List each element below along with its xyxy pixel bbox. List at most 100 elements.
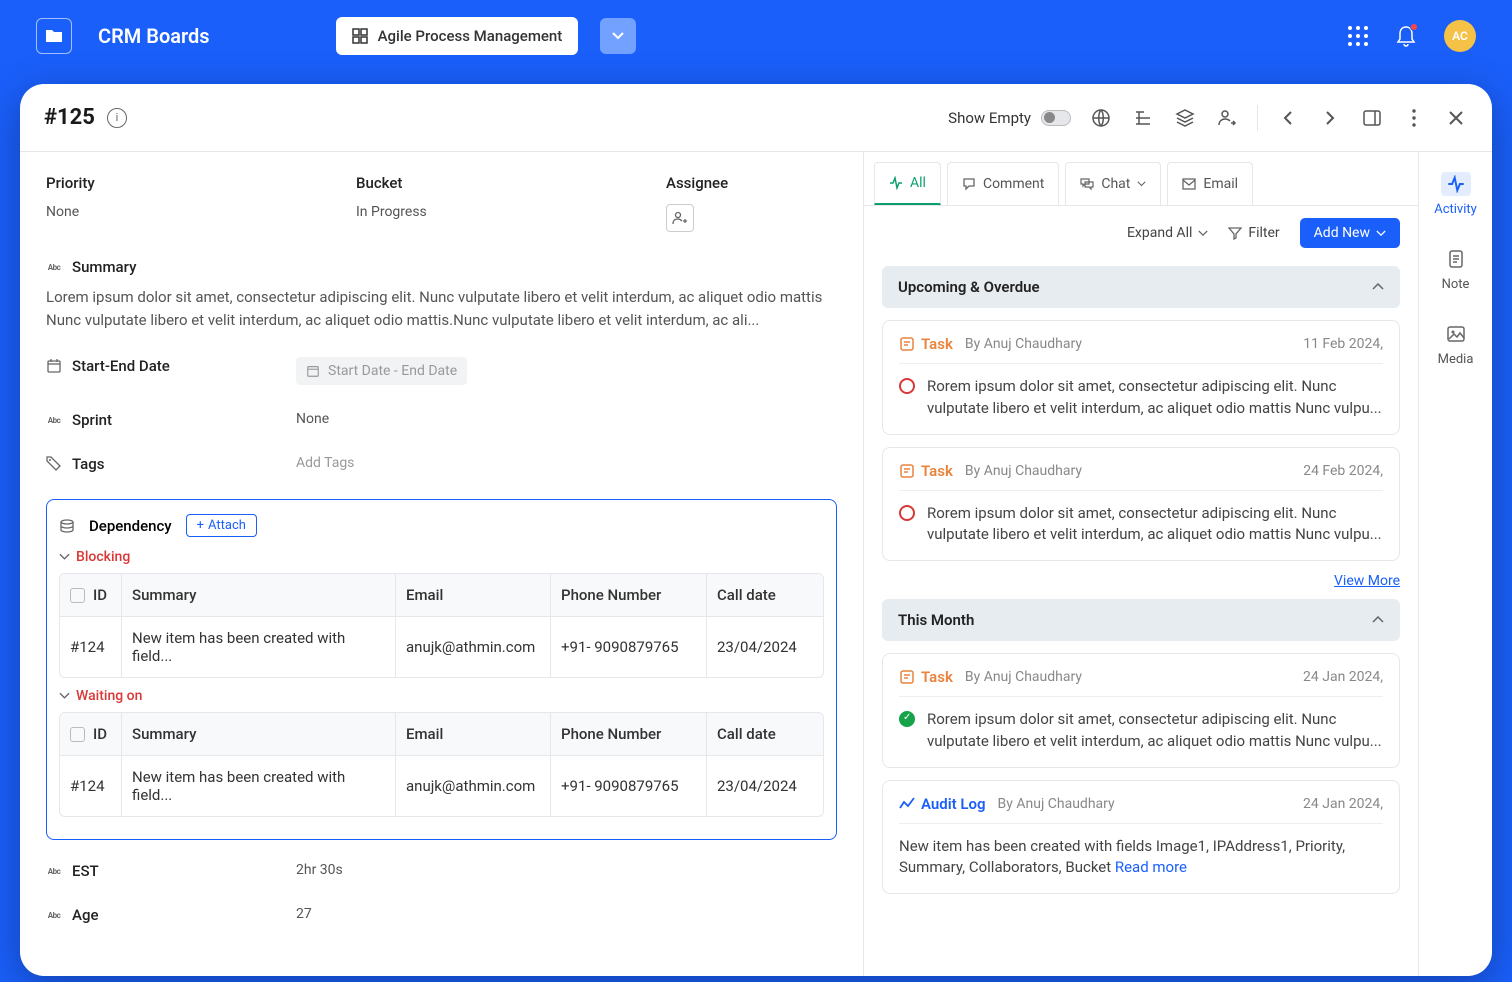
task-icon	[899, 669, 915, 685]
activity-icon	[889, 176, 903, 190]
text-icon: Abc	[46, 907, 62, 923]
text-icon: Abc	[46, 412, 62, 428]
globe-icon[interactable]	[1089, 106, 1113, 130]
activity-card[interactable]: Task By Anuj Chaudhary 24 Feb 2024, Rore…	[882, 447, 1400, 562]
calendar-icon	[46, 358, 62, 374]
status-open-icon[interactable]	[899, 378, 915, 394]
expand-all-button[interactable]: Expand All	[1127, 225, 1208, 241]
note-icon	[1448, 250, 1464, 268]
board-name: Agile Process Management	[378, 27, 563, 45]
sidebar-media[interactable]: Media	[1438, 322, 1474, 367]
panel-icon[interactable]	[1360, 106, 1384, 130]
layers-icon[interactable]	[1173, 106, 1197, 130]
activity-card[interactable]: Task By Anuj Chaudhary 24 Jan 2024, Rore…	[882, 653, 1400, 768]
assignee-field[interactable]: Assignee	[666, 174, 728, 232]
chat-icon	[1080, 177, 1094, 191]
blocking-table: ID Summary Email Phone Number Call date …	[59, 573, 824, 678]
task-icon	[899, 463, 915, 479]
chevron-down-icon	[59, 692, 70, 700]
dependency-icon	[59, 518, 75, 534]
activity-card[interactable]: Audit Log By Anuj Chaudhary 24 Jan 2024,…	[882, 780, 1400, 895]
toggle-switch[interactable]	[1041, 110, 1071, 126]
text-icon: Abc	[46, 863, 62, 879]
prev-button[interactable]	[1276, 106, 1300, 130]
activity-tabs: All Comment Chat Email	[864, 152, 1418, 206]
table-header-checkbox[interactable]: ID	[60, 574, 122, 616]
tab-chat[interactable]: Chat	[1065, 162, 1161, 205]
view-more-link[interactable]: View More	[882, 573, 1400, 589]
blocking-toggle[interactable]: Blocking	[59, 549, 824, 565]
filter-icon	[1228, 226, 1242, 240]
activity-icon	[1447, 175, 1465, 193]
modal-header: #125 i Show Empty	[20, 84, 1492, 152]
audit-icon	[899, 796, 915, 812]
group-upcoming[interactable]: Upcoming & Overdue	[882, 266, 1400, 308]
chevron-down-icon	[59, 553, 70, 561]
notifications-button[interactable]	[1396, 25, 1416, 47]
media-icon	[1447, 326, 1465, 342]
tags-field[interactable]: Tags Add Tags	[46, 455, 837, 473]
status-open-icon[interactable]	[899, 505, 915, 521]
attach-button[interactable]: +Attach	[186, 514, 257, 537]
notification-dot	[1410, 23, 1418, 31]
sidebar-note[interactable]: Note	[1441, 247, 1471, 292]
grid-icon	[352, 28, 368, 44]
board-selector[interactable]: Agile Process Management	[336, 17, 579, 55]
sidebar-activity[interactable]: Activity	[1434, 172, 1477, 217]
task-badge: Task	[899, 335, 953, 353]
tag-icon	[46, 456, 62, 472]
info-icon[interactable]: i	[107, 108, 127, 128]
add-assignee-button[interactable]	[666, 204, 694, 232]
tab-comment[interactable]: Comment	[947, 162, 1059, 205]
waiting-toggle[interactable]: Waiting on	[59, 688, 824, 704]
est-field[interactable]: AbcEST 2hr 30s	[46, 862, 837, 880]
add-new-button[interactable]: Add New	[1300, 218, 1400, 248]
detail-pane: Priority None Bucket In Progress Assigne…	[20, 152, 863, 976]
status-done-icon[interactable]	[899, 711, 915, 727]
task-badge: Task	[899, 668, 953, 686]
tab-email[interactable]: Email	[1167, 162, 1253, 205]
record-title: #125	[44, 105, 95, 130]
chevron-up-icon	[1372, 616, 1384, 624]
share-user-icon[interactable]	[1215, 106, 1239, 130]
table-row[interactable]: #124 New item has been created with fiel…	[60, 617, 823, 677]
age-field[interactable]: AbcAge 27	[46, 906, 837, 924]
date-picker[interactable]: Start Date - End Date	[296, 357, 467, 385]
chevron-down-icon	[612, 32, 624, 40]
chevron-down-icon	[1137, 181, 1146, 187]
chevron-up-icon	[1372, 283, 1384, 291]
hierarchy-icon[interactable]	[1131, 106, 1155, 130]
activity-card[interactable]: Task By Anuj Chaudhary 11 Feb 2024, Rore…	[882, 320, 1400, 435]
text-icon: Abc	[46, 259, 62, 275]
bucket-field[interactable]: Bucket In Progress	[356, 174, 606, 232]
more-icon[interactable]	[1402, 106, 1426, 130]
dependency-box: Dependency +Attach Blocking ID Summary E…	[46, 499, 837, 840]
next-button[interactable]	[1318, 106, 1342, 130]
user-avatar[interactable]: AC	[1444, 20, 1476, 52]
date-field[interactable]: Start-End Date Start Date - End Date	[46, 357, 837, 385]
plus-icon: +	[197, 518, 204, 533]
logo-icon[interactable]	[36, 18, 72, 54]
apps-launcher-icon[interactable]	[1348, 26, 1368, 46]
task-icon	[899, 336, 915, 352]
close-button[interactable]	[1444, 106, 1468, 130]
table-header-checkbox[interactable]: ID	[60, 713, 122, 755]
email-icon	[1182, 178, 1196, 190]
priority-field[interactable]: Priority None	[46, 174, 296, 232]
filter-button[interactable]: Filter	[1228, 225, 1279, 241]
table-row[interactable]: #124 New item has been created with fiel…	[60, 756, 823, 816]
waiting-table: ID Summary Email Phone Number Call date …	[59, 712, 824, 817]
task-badge: Task	[899, 462, 953, 480]
record-modal: #125 i Show Empty Priority None	[20, 84, 1492, 976]
board-dropdown[interactable]	[600, 18, 636, 54]
summary-field[interactable]: AbcSummary Lorem ipsum dolor sit amet, c…	[46, 258, 837, 331]
chevron-down-icon	[1376, 230, 1386, 237]
audit-badge: Audit Log	[899, 795, 986, 813]
app-title: CRM Boards	[98, 24, 210, 48]
tab-all[interactable]: All	[874, 162, 941, 205]
read-more-link[interactable]: Read more	[1115, 858, 1187, 876]
sprint-field[interactable]: AbcSprint None	[46, 411, 837, 429]
show-empty-toggle[interactable]: Show Empty	[948, 109, 1071, 127]
activity-pane: All Comment Chat Email Expand All Filter…	[863, 152, 1418, 976]
group-this-month[interactable]: This Month	[882, 599, 1400, 641]
